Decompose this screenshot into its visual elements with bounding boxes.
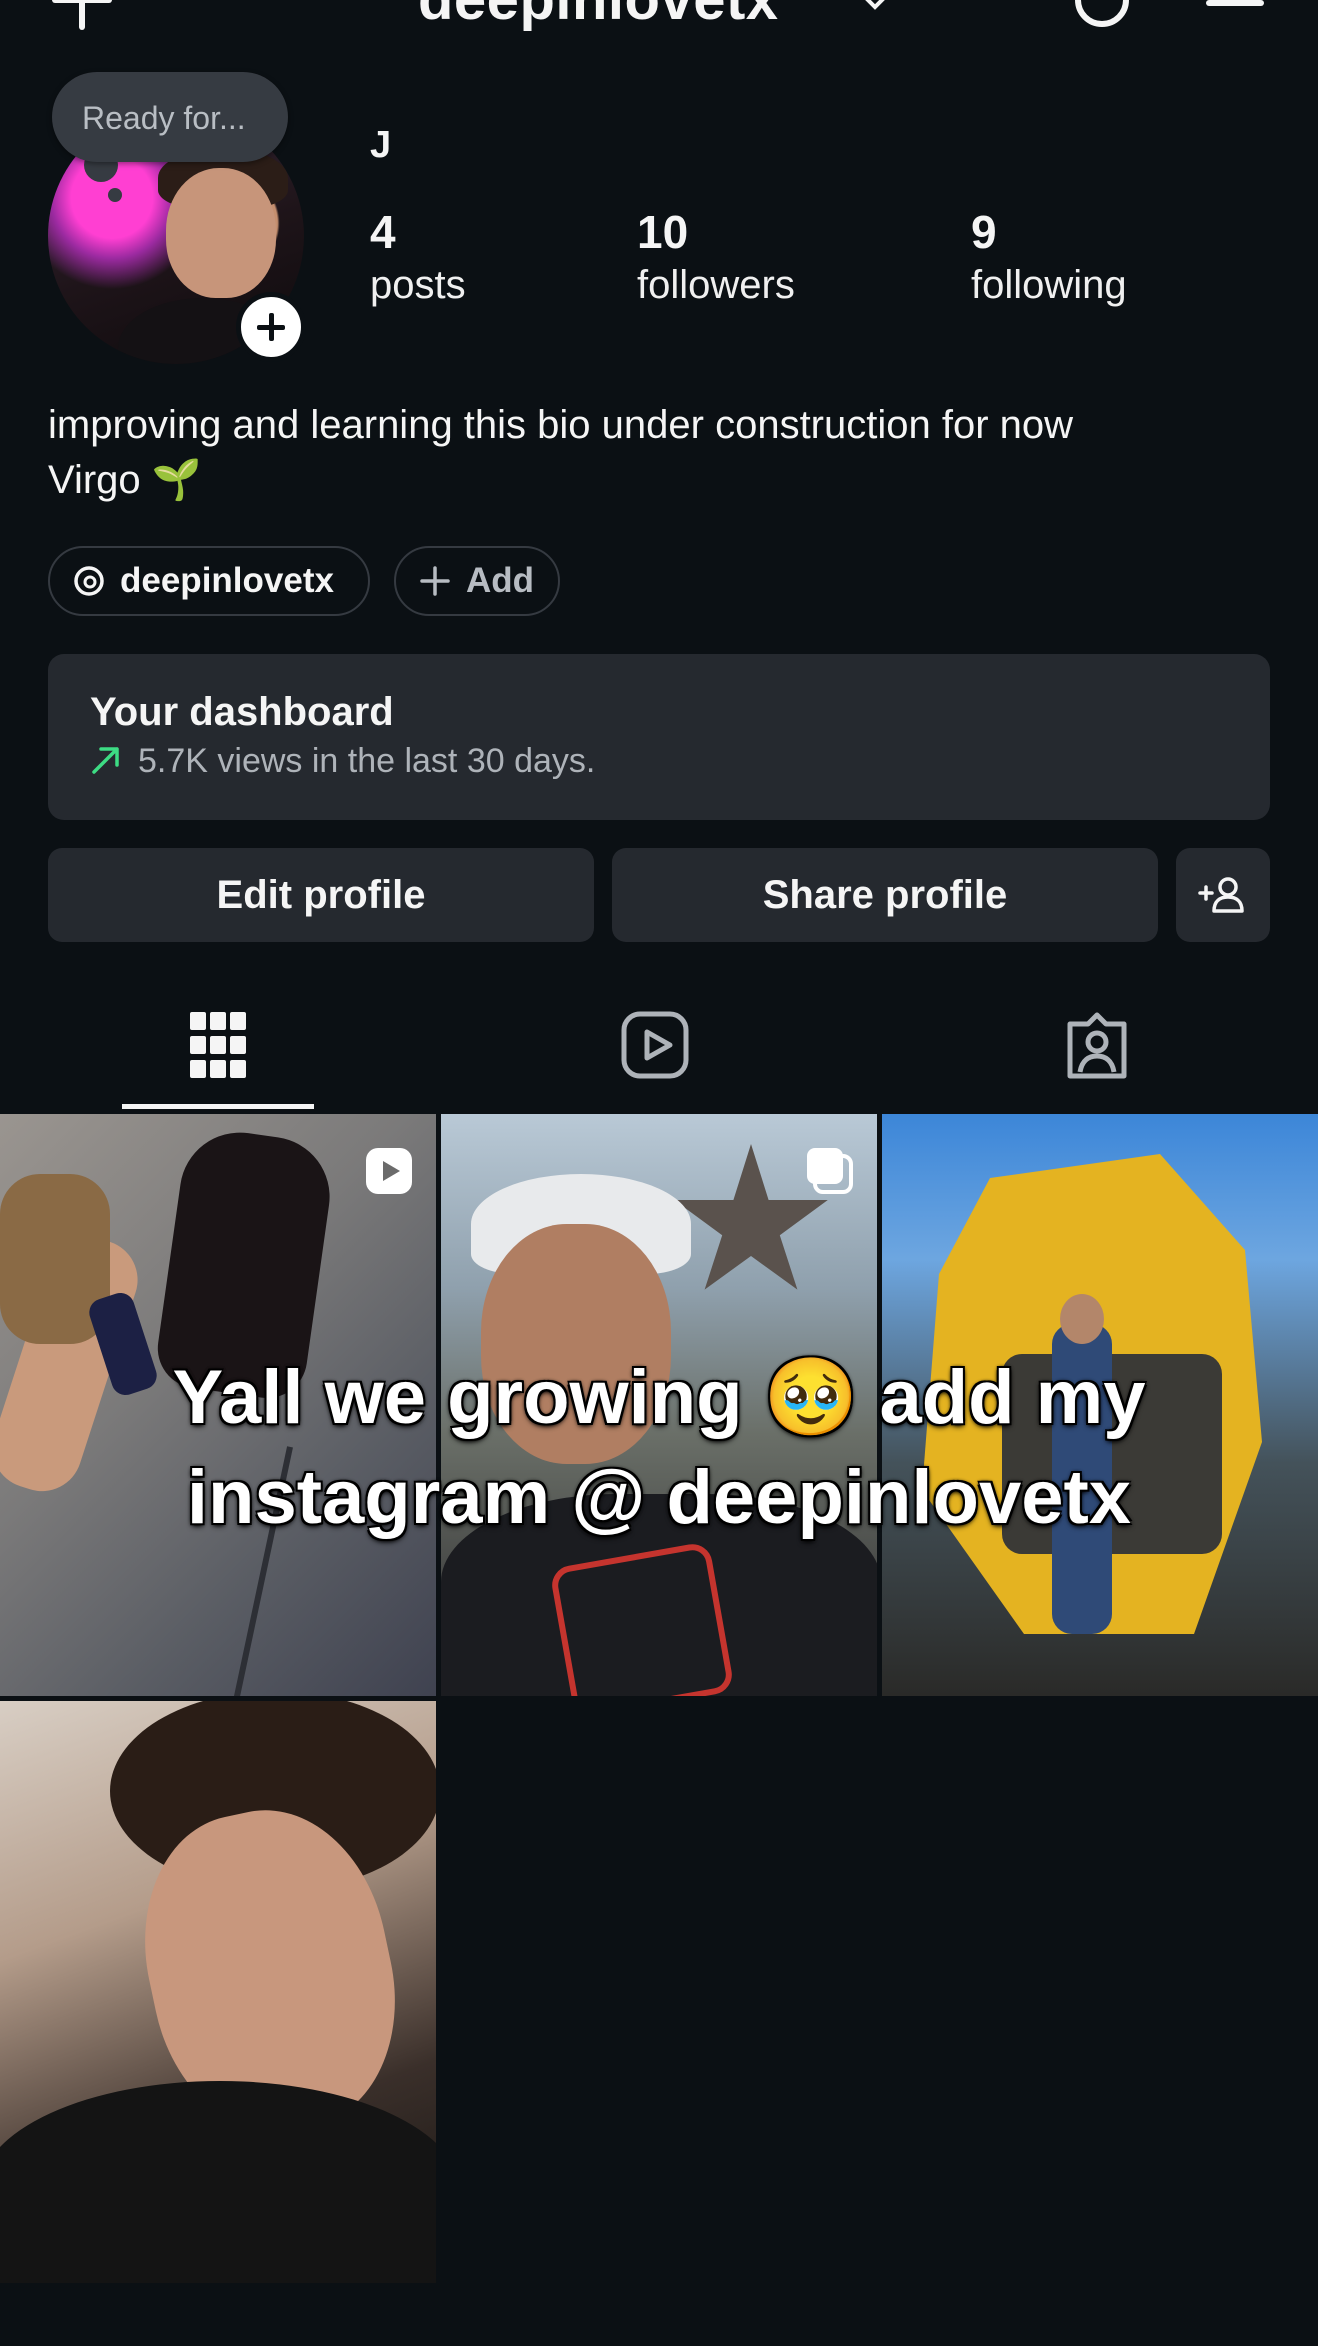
grid-icon: [190, 1012, 246, 1078]
stat-value: 4: [370, 206, 396, 258]
caption-line: Yall we growing 🥹 add my: [172, 1355, 1146, 1440]
threads-icon[interactable]: [1072, 0, 1132, 30]
tab-tagged[interactable]: [1000, 1000, 1192, 1112]
trend-up-arrow-icon: [92, 747, 119, 774]
post-thumbnail[interactable]: [0, 1701, 436, 2283]
bio-line: improving and learning this bio under co…: [48, 403, 1074, 447]
top-bar: deepinlovetx: [0, 0, 1318, 40]
overlay-caption: Yall we growing 🥹 add my instagram @ dee…: [0, 1348, 1318, 1548]
stat-label: followers: [637, 263, 795, 307]
stat-value: 9: [971, 206, 997, 258]
note-text: Ready for...: [82, 100, 246, 136]
active-tab-indicator: [122, 1104, 314, 1109]
dashboard-title: Your dashboard: [90, 690, 394, 734]
add-person-icon: [1198, 877, 1244, 913]
stat-label: posts: [370, 263, 466, 307]
note-bubble[interactable]: Ready for...: [52, 72, 288, 162]
add-link-pill[interactable]: Add: [394, 546, 560, 616]
add-story-plus-icon[interactable]: [236, 292, 306, 362]
chevron-down-icon[interactable]: [862, 0, 888, 12]
reel-badge-icon: [366, 1148, 412, 1194]
menu-icon[interactable]: [1204, 0, 1266, 30]
threads-icon: [74, 566, 104, 596]
stat-value: 10: [637, 206, 689, 258]
discover-people-button[interactable]: [1176, 848, 1270, 942]
stat-label: following: [971, 263, 1127, 307]
display-name: J: [370, 124, 392, 166]
stat-followers[interactable]: 10 followers: [637, 204, 795, 310]
account-username[interactable]: deepinlovetx: [418, 0, 779, 33]
share-profile-button[interactable]: Share profile: [612, 848, 1158, 942]
create-plus-icon[interactable]: [52, 0, 112, 30]
caption-line: instagram @ deepinlovetx: [186, 1455, 1132, 1540]
edit-profile-button[interactable]: Edit profile: [48, 848, 594, 942]
dashboard-subtitle: 5.7K views in the last 30 days.: [138, 742, 596, 780]
add-label: Add: [466, 561, 535, 600]
stat-following[interactable]: 9 following: [971, 204, 1127, 310]
reels-icon: [621, 1011, 689, 1079]
note-bubble-tail: [108, 188, 122, 202]
threads-link-pill[interactable]: deepinlovetx: [48, 546, 370, 616]
tab-posts-grid[interactable]: [122, 1000, 314, 1112]
dashboard-card[interactable]: Your dashboard 5.7K views in the last 30…: [48, 654, 1270, 820]
tab-reels[interactable]: [560, 1000, 752, 1112]
stat-posts[interactable]: 4 posts: [370, 204, 466, 310]
plus-icon: [420, 566, 450, 596]
profile-bio: improving and learning this bio under co…: [48, 398, 1278, 508]
threads-handle: deepinlovetx: [120, 561, 334, 600]
tagged-icon: [1067, 1012, 1127, 1079]
bio-line: Virgo 🌱: [48, 458, 202, 502]
carousel-badge-icon: [807, 1148, 853, 1194]
